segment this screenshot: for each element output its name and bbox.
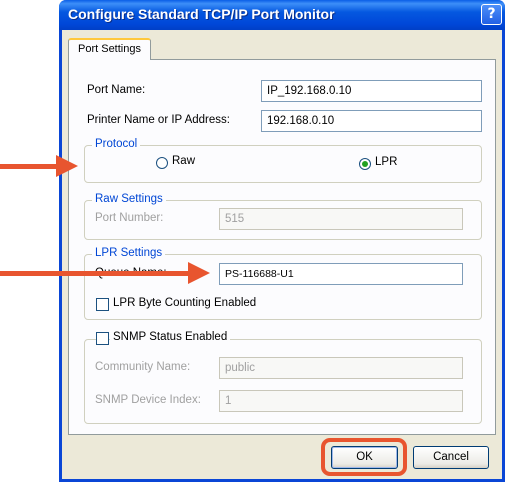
protocol-group bbox=[84, 145, 482, 183]
port-name-label: Port Name: bbox=[87, 84, 146, 96]
window-title: Configure Standard TCP/IP Port Monitor bbox=[68, 6, 335, 22]
lpr-settings-legend: LPR Settings bbox=[92, 247, 166, 259]
queue-name-arrow-shaft bbox=[0, 271, 190, 276]
protocol-legend: Protocol bbox=[92, 138, 141, 150]
port-number-label: Port Number: bbox=[95, 212, 164, 224]
snmp-enabled-label[interactable]: SNMP Status Enabled bbox=[110, 331, 231, 343]
tab-port-settings[interactable]: Port Settings bbox=[68, 38, 151, 60]
raw-radio[interactable] bbox=[156, 157, 168, 169]
help-button[interactable]: ? bbox=[481, 4, 502, 25]
community-name-label: Community Name: bbox=[95, 361, 191, 373]
community-name-input[interactable]: public bbox=[219, 357, 463, 379]
printer-address-label: Printer Name or IP Address: bbox=[87, 114, 230, 126]
lpr-byte-counting-label[interactable]: LPR Byte Counting Enabled bbox=[113, 297, 256, 309]
queue-name-arrow-icon bbox=[188, 262, 210, 284]
raw-settings-legend: Raw Settings bbox=[92, 193, 166, 205]
port-number-input[interactable]: 515 bbox=[219, 208, 463, 230]
snmp-device-index-label: SNMP Device Index: bbox=[95, 394, 201, 406]
snmp-device-index-input[interactable]: 1 bbox=[219, 390, 463, 412]
cancel-button[interactable]: Cancel bbox=[413, 446, 489, 469]
lpr-radio[interactable] bbox=[359, 158, 371, 170]
queue-name-input[interactable]: PS-116688-U1 bbox=[219, 263, 463, 285]
printer-address-input[interactable]: 192.168.0.10 bbox=[261, 110, 482, 132]
lpr-byte-counting-checkbox[interactable] bbox=[96, 298, 109, 311]
snmp-enabled-checkbox[interactable] bbox=[96, 332, 109, 345]
lpr-radio-label[interactable]: LPR bbox=[375, 156, 397, 168]
ok-button-highlight bbox=[321, 438, 407, 476]
port-name-input[interactable]: IP_192.168.0.10 bbox=[261, 80, 482, 102]
protocol-arrow-icon bbox=[56, 155, 78, 177]
raw-radio-label[interactable]: Raw bbox=[172, 155, 195, 167]
title-bar[interactable]: Configure Standard TCP/IP Port Monitor ?… bbox=[59, 0, 505, 30]
protocol-arrow-shaft bbox=[0, 164, 58, 169]
